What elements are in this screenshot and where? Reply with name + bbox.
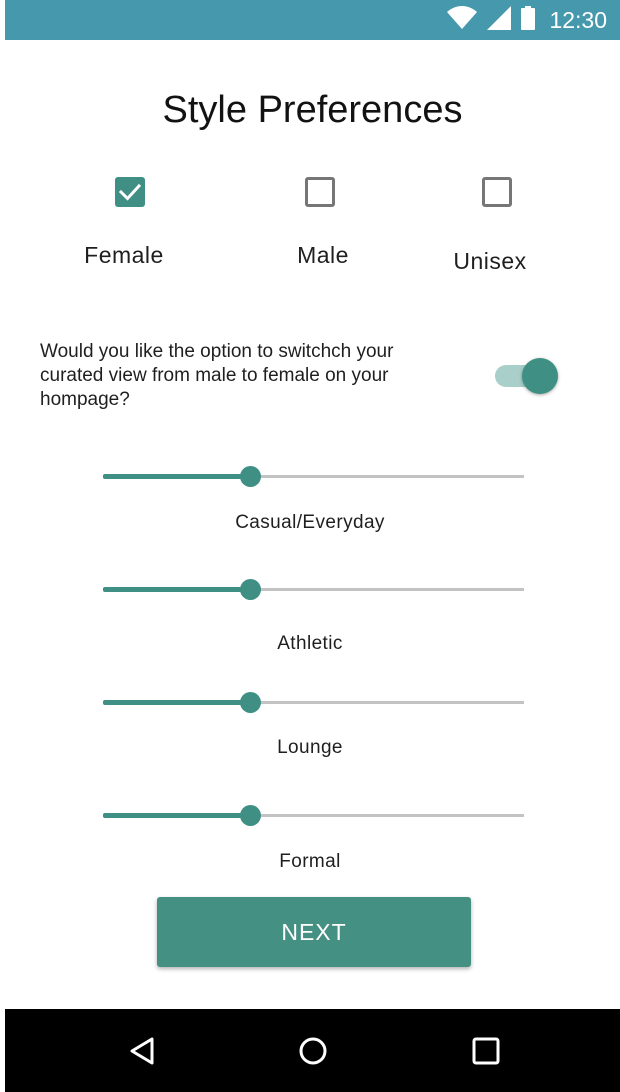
slider-thumb[interactable] (240, 692, 262, 713)
casual-slider-label: Casual/Everyday (235, 512, 385, 533)
page-title: Style Preferences (162, 89, 463, 131)
slider-fill (103, 813, 251, 818)
female-checkbox[interactable] (115, 177, 145, 207)
status-bar: 12:30 (5, 0, 620, 40)
status-icons: 12:30 (447, 0, 607, 40)
lounge-slider[interactable] (103, 691, 524, 715)
formal-slider-label: Formal (279, 851, 341, 872)
athletic-slider[interactable] (103, 578, 524, 602)
signal-icon (487, 5, 512, 35)
slider-thumb[interactable] (240, 579, 262, 600)
status-time: 12:30 (549, 6, 607, 33)
toggle-thumb[interactable] (522, 358, 558, 394)
slider-fill (103, 587, 251, 592)
unisex-checkbox[interactable] (482, 177, 512, 207)
navigation-bar (5, 1009, 620, 1092)
slider-fill (103, 474, 251, 479)
unisex-label: Unisex (453, 248, 527, 274)
recents-icon[interactable] (468, 1033, 504, 1069)
slider-thumb[interactable] (240, 466, 262, 487)
battery-icon (521, 5, 536, 35)
casual-slider[interactable] (103, 465, 524, 489)
next-button[interactable]: NEXT (157, 897, 471, 967)
slider-thumb[interactable] (240, 805, 262, 826)
checkmark-icon (119, 183, 141, 201)
male-label: Male (297, 242, 349, 268)
athletic-slider-label: Athletic (277, 633, 343, 654)
switch-question-text: Would you like the option to switchch yo… (40, 341, 394, 410)
wifi-icon (447, 5, 478, 35)
home-icon[interactable] (295, 1033, 331, 1069)
slider-fill (103, 700, 251, 705)
formal-slider[interactable] (103, 804, 524, 828)
back-icon[interactable] (126, 1033, 162, 1069)
female-label: Female (84, 242, 164, 268)
lounge-slider-label: Lounge (277, 737, 343, 758)
male-checkbox[interactable] (305, 177, 335, 207)
